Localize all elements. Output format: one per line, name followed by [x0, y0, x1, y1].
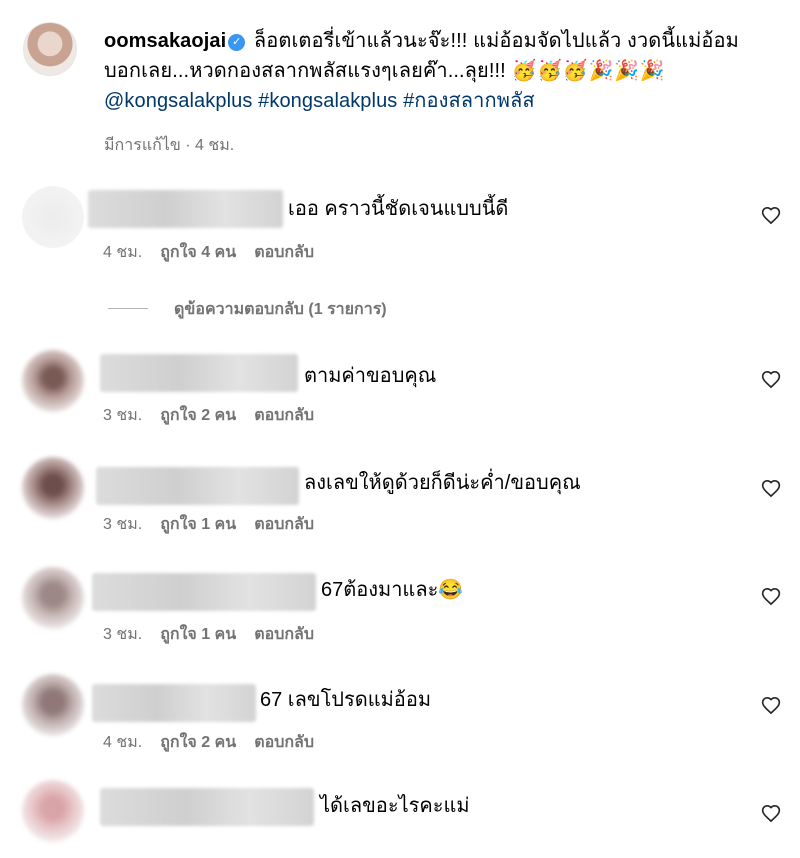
party-face-emoji: 🥳 [537, 60, 563, 82]
like-heart-icon[interactable] [761, 479, 781, 499]
comment-meta: 4 ชม. ถูกใจ 4 คน ตอบกลับ [103, 240, 332, 265]
comment-item: ลงเลขให้ดูด้วยก็ดีน่ะค่ำ/ขอบคุณ 3 ชม. ถูก… [0, 455, 800, 555]
author-username[interactable]: oomsakaojai [104, 30, 226, 52]
party-popper-emoji: 🎉 [639, 60, 665, 82]
comment-time: 4 ชม. [103, 734, 143, 751]
party-popper-emoji: 🎉 [614, 60, 640, 82]
party-face-emoji: 🥳 [562, 60, 588, 82]
like-heart-icon[interactable] [761, 587, 781, 607]
comment-meta: 3 ชม. ถูกใจ 2 คน ตอบกลับ [103, 403, 332, 428]
commenter-username-blurred[interactable] [100, 788, 314, 826]
commenter-avatar[interactable] [22, 674, 84, 736]
comment-text: ลงเลขให้ดูด้วยก็ดีน่ะค่ำ/ขอบคุณ [304, 472, 581, 494]
commenter-username-blurred[interactable] [92, 684, 256, 722]
reply-button[interactable]: ตอบกลับ [254, 240, 314, 265]
comment-time: 3 ชม. [103, 626, 143, 643]
mention-link[interactable]: @kongsalakplus [104, 90, 252, 112]
comment-text: 67ต้องมาและ😂 [321, 579, 464, 601]
commenter-avatar[interactable] [22, 780, 84, 842]
reply-button[interactable]: ตอบกลับ [254, 730, 314, 755]
like-heart-icon[interactable] [761, 804, 781, 824]
comment-item: ตามค่าขอบคุณ 3 ชม. ถูกใจ 2 คน ตอบกลับ [0, 346, 800, 446]
party-face-emoji: 🥳 [511, 60, 537, 82]
comment-time: 3 ชม. [103, 516, 143, 533]
comment-text: 67 เลขโปรดแม่อ้อม [260, 689, 432, 711]
author-avatar[interactable] [23, 22, 77, 76]
reply-button[interactable]: ตอบกลับ [254, 403, 314, 428]
commenter-username-blurred[interactable] [88, 190, 283, 228]
commenter-username-blurred[interactable] [100, 354, 298, 392]
comment-meta: 3 ชม. ถูกใจ 1 คน ตอบกลับ [103, 512, 332, 537]
comment-time: 4 ชม. [103, 244, 143, 261]
hashtag-link[interactable]: #กองสลากพลัส [403, 90, 535, 112]
comment-text: เออ คราวนี้ชัดเจนแบบนี้ดี [288, 198, 509, 220]
comment-likes[interactable]: ถูกใจ 1 คน [160, 512, 236, 537]
comment-item: เออ คราวนี้ชัดเจนแบบนี้ดี 4 ชม. ถูกใจ 4 ค… [0, 180, 800, 280]
comment-item: 67ต้องมาและ😂 3 ชม. ถูกใจ 1 คน ตอบกลับ [0, 563, 800, 663]
comment-item: ได้เลขอะไรคะแม่ [0, 778, 800, 858]
like-heart-icon[interactable] [761, 206, 781, 226]
post-caption: oomsakaojai ✓ ล็อตเตอรี่เข้าแล้วนะจ๊ะ!!! … [0, 0, 800, 170]
reply-button[interactable]: ตอบกลับ [254, 622, 314, 647]
comment-meta: 4 ชม. ถูกใจ 2 คน ตอบกลับ [103, 730, 332, 755]
like-heart-icon[interactable] [761, 696, 781, 716]
view-replies-label[interactable]: ดูข้อความตอบกลับ (1 รายการ) [174, 301, 387, 318]
commenter-avatar[interactable] [22, 457, 84, 519]
view-replies-button[interactable]: ดูข้อความตอบกลับ (1 รายการ) [108, 297, 387, 322]
comment-likes[interactable]: ถูกใจ 2 คน [160, 730, 236, 755]
comment-meta: 3 ชม. ถูกใจ 1 คน ตอบกลับ [103, 622, 332, 647]
commenter-username-blurred[interactable] [96, 467, 299, 505]
reply-button[interactable]: ตอบกลับ [254, 512, 314, 537]
post-edited-time: มีการแก้ไข · 4 ชม. [104, 137, 235, 154]
like-heart-icon[interactable] [761, 370, 781, 390]
commenter-avatar[interactable] [22, 350, 84, 412]
comment-text: ตามค่าขอบคุณ [304, 365, 437, 387]
comment-likes[interactable]: ถูกใจ 4 คน [160, 240, 236, 265]
party-popper-emoji: 🎉 [588, 60, 614, 82]
replies-divider [108, 308, 148, 309]
comment-item: 67 เลขโปรดแม่อ้อม 4 ชม. ถูกใจ 2 คน ตอบกลับ [0, 672, 800, 772]
caption-text: oomsakaojai ✓ ล็อตเตอรี่เข้าแล้วนะจ๊ะ!!! … [104, 26, 744, 116]
hashtag-link[interactable]: #kongsalakplus [258, 90, 397, 112]
commenter-avatar[interactable] [22, 186, 84, 248]
comment-likes[interactable]: ถูกใจ 2 คน [160, 403, 236, 428]
commenter-avatar[interactable] [22, 567, 84, 629]
commenter-username-blurred[interactable] [92, 573, 316, 611]
comment-time: 3 ชม. [103, 407, 143, 424]
comment-likes[interactable]: ถูกใจ 1 คน [160, 622, 236, 647]
verified-badge-icon: ✓ [228, 34, 246, 51]
comment-text: ได้เลขอะไรคะแม่ [320, 795, 470, 817]
